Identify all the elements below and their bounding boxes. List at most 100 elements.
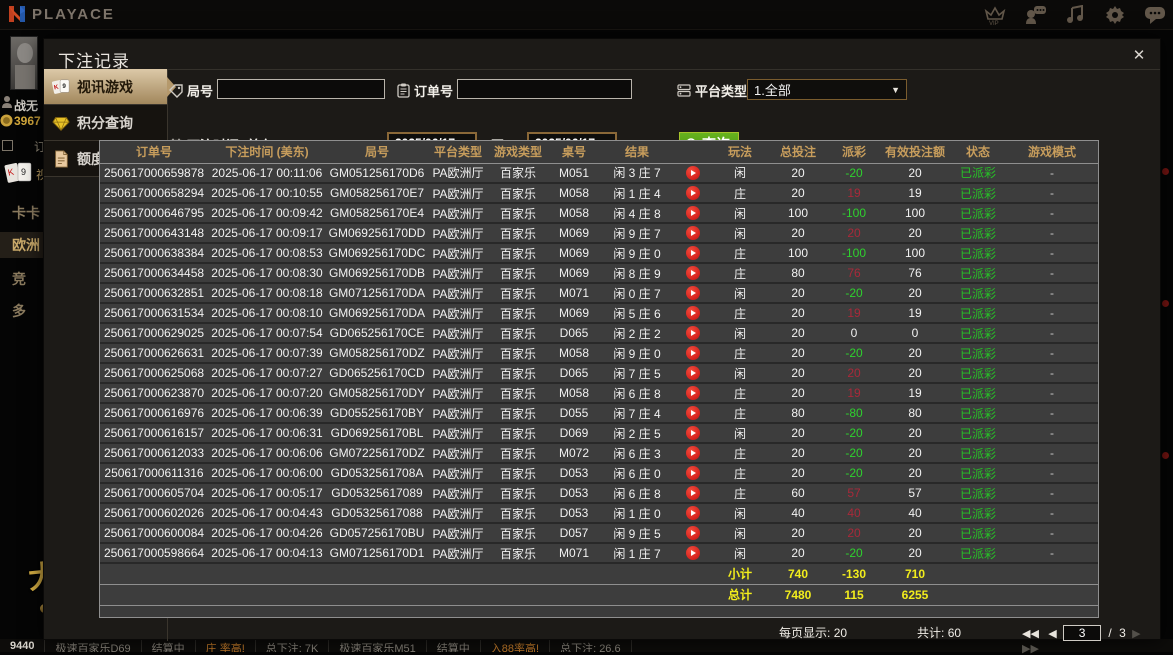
replay-video-icon[interactable] [686, 506, 700, 520]
close-icon[interactable]: ✕ [1130, 47, 1148, 65]
replay-video-icon[interactable] [686, 306, 700, 320]
user-icon [2, 96, 12, 108]
cell-time: 2025-06-17 00:04:26 [208, 523, 326, 543]
cell-mode: - [1006, 323, 1098, 343]
cell-round: GD065256170CD [326, 363, 428, 383]
cell-result: 闲 9 庄 7 [600, 223, 674, 243]
cell-total_bet: 20 [768, 343, 828, 363]
brand-logo[interactable]: PLAYACE [8, 4, 115, 24]
column-header: 总投注 [768, 141, 828, 163]
cell-order: 250617000631534 [100, 303, 208, 323]
cell-platform: PA欧洲厅 [428, 443, 488, 463]
replay-video-icon[interactable] [686, 526, 700, 540]
cell-status: 已派彩 [950, 483, 1006, 503]
empty-cell [950, 563, 1006, 584]
cell-platform: PA欧洲厅 [428, 163, 488, 183]
cell-status: 已派彩 [950, 543, 1006, 563]
replay-video-icon[interactable] [686, 186, 700, 200]
replay-video-icon[interactable] [686, 406, 700, 420]
cell-mode: - [1006, 203, 1098, 223]
replay-video-icon[interactable] [686, 206, 700, 220]
round-input[interactable] [217, 79, 385, 99]
settings-gear-icon[interactable] [1103, 3, 1127, 27]
replay-video-icon[interactable] [686, 386, 700, 400]
cell-payout: 76 [828, 263, 880, 283]
cell-status: 已派彩 [950, 523, 1006, 543]
replay-video-icon[interactable] [686, 426, 700, 440]
bg-ticker-bar: 9440极速百家乐D69结算中庄 率高!总下注: 7K极速百家乐M51结算中入8… [0, 639, 1173, 652]
vip-crown-icon[interactable]: VIP [983, 3, 1007, 27]
cell-status: 已派彩 [950, 163, 1006, 183]
grand-total-row: 总计74801156255 [100, 584, 1098, 605]
empty-cell [674, 563, 712, 584]
cell-time: 2025-06-17 00:07:39 [208, 343, 326, 363]
cell-time: 2025-06-17 00:10:55 [208, 183, 326, 203]
sidebar-tab-1[interactable]: 积分查询 [44, 105, 167, 141]
cell-payout: 0 [828, 323, 880, 343]
cell-bet_on: 庄 [712, 403, 768, 423]
column-header: 有效投注额 [880, 141, 950, 163]
cell-round: GM071256170DA [326, 283, 428, 303]
cell-table: M058 [548, 383, 600, 403]
cell-payout: 20 [828, 223, 880, 243]
first-page-button[interactable]: ◀◀ [1022, 627, 1039, 640]
table-row: 2506170006328512025-06-17 00:08:18GM0712… [100, 283, 1098, 303]
table-row: 2506170006161572025-06-17 00:06:31GD0692… [100, 423, 1098, 443]
cell-payout: 19 [828, 183, 880, 203]
support-chat-icon[interactable] [1023, 3, 1047, 27]
replay-video-icon[interactable] [686, 366, 700, 380]
bg-menu-item[interactable]: 多 [0, 298, 44, 324]
replay-video-icon[interactable] [686, 266, 700, 280]
cell-game: 百家乐 [488, 263, 548, 283]
replay-video-icon[interactable] [686, 286, 700, 300]
music-icon[interactable] [1063, 3, 1087, 27]
cell-result: 闲 7 庄 5 [600, 363, 674, 383]
cell-time: 2025-06-17 00:06:31 [208, 423, 326, 443]
column-header: 订单号 [100, 141, 208, 163]
cell-game: 百家乐 [488, 483, 548, 503]
table-row: 2506170006383842025-06-17 00:08:53GM0692… [100, 243, 1098, 263]
bg-menu-item[interactable]: 竞 [0, 266, 44, 292]
cell-status: 已派彩 [950, 263, 1006, 283]
cell-result: 闲 9 庄 5 [600, 523, 674, 543]
chat-bubble-icon[interactable] [1143, 3, 1167, 27]
replay-video-icon[interactable] [686, 326, 700, 340]
cell-time: 2025-06-17 00:08:10 [208, 303, 326, 323]
cell-platform: PA欧洲厅 [428, 303, 488, 323]
cell-time: 2025-06-17 00:07:20 [208, 383, 326, 403]
cell-bet_on: 庄 [712, 303, 768, 323]
server-list-icon [677, 84, 691, 97]
replay-video-icon[interactable] [686, 346, 700, 360]
cell-order: 250617000634458 [100, 263, 208, 283]
replay-video-icon[interactable] [686, 166, 700, 180]
cell-total_bet: 100 [768, 243, 828, 263]
replay-video-icon[interactable] [686, 226, 700, 240]
page-number-input[interactable] [1063, 625, 1101, 641]
last-page-button[interactable]: ▶▶ [1022, 642, 1039, 655]
bg-menu-item[interactable]: 欧洲 [0, 232, 44, 258]
bg-menu-item[interactable]: 卡卡 [0, 200, 44, 226]
prev-page-button[interactable]: ◀ [1048, 627, 1056, 640]
cell-valid_bet: 19 [880, 383, 950, 403]
replay-video-icon[interactable] [686, 546, 700, 560]
cell-total_bet: 100 [768, 203, 828, 223]
replay-video-icon[interactable] [686, 486, 700, 500]
platform-type-select[interactable]: 1.全部▼ [747, 79, 907, 100]
cell-status: 已派彩 [950, 183, 1006, 203]
bet-table: 订单号下注时间 (美东)局号平台类型游戏类型桌号结果玩法总投注派彩有效投注额状态… [99, 140, 1099, 618]
empty-cell [208, 563, 326, 584]
cell-game: 百家乐 [488, 523, 548, 543]
replay-video-icon[interactable] [686, 246, 700, 260]
replay-video-icon[interactable] [686, 446, 700, 460]
sidebar-tab-0[interactable]: K9视讯游戏 [44, 69, 167, 105]
cell-payout: 40 [828, 503, 880, 523]
sum-payout: -130 [828, 563, 880, 584]
notification-dot [1162, 168, 1169, 175]
cell-table: D053 [548, 463, 600, 483]
replay-video-icon[interactable] [686, 466, 700, 480]
order-input[interactable] [457, 79, 632, 99]
next-page-button[interactable]: ▶ [1132, 627, 1140, 640]
cell-valid_bet: 20 [880, 543, 950, 563]
cell-order: 250617000605704 [100, 483, 208, 503]
cell-table: M051 [548, 163, 600, 183]
